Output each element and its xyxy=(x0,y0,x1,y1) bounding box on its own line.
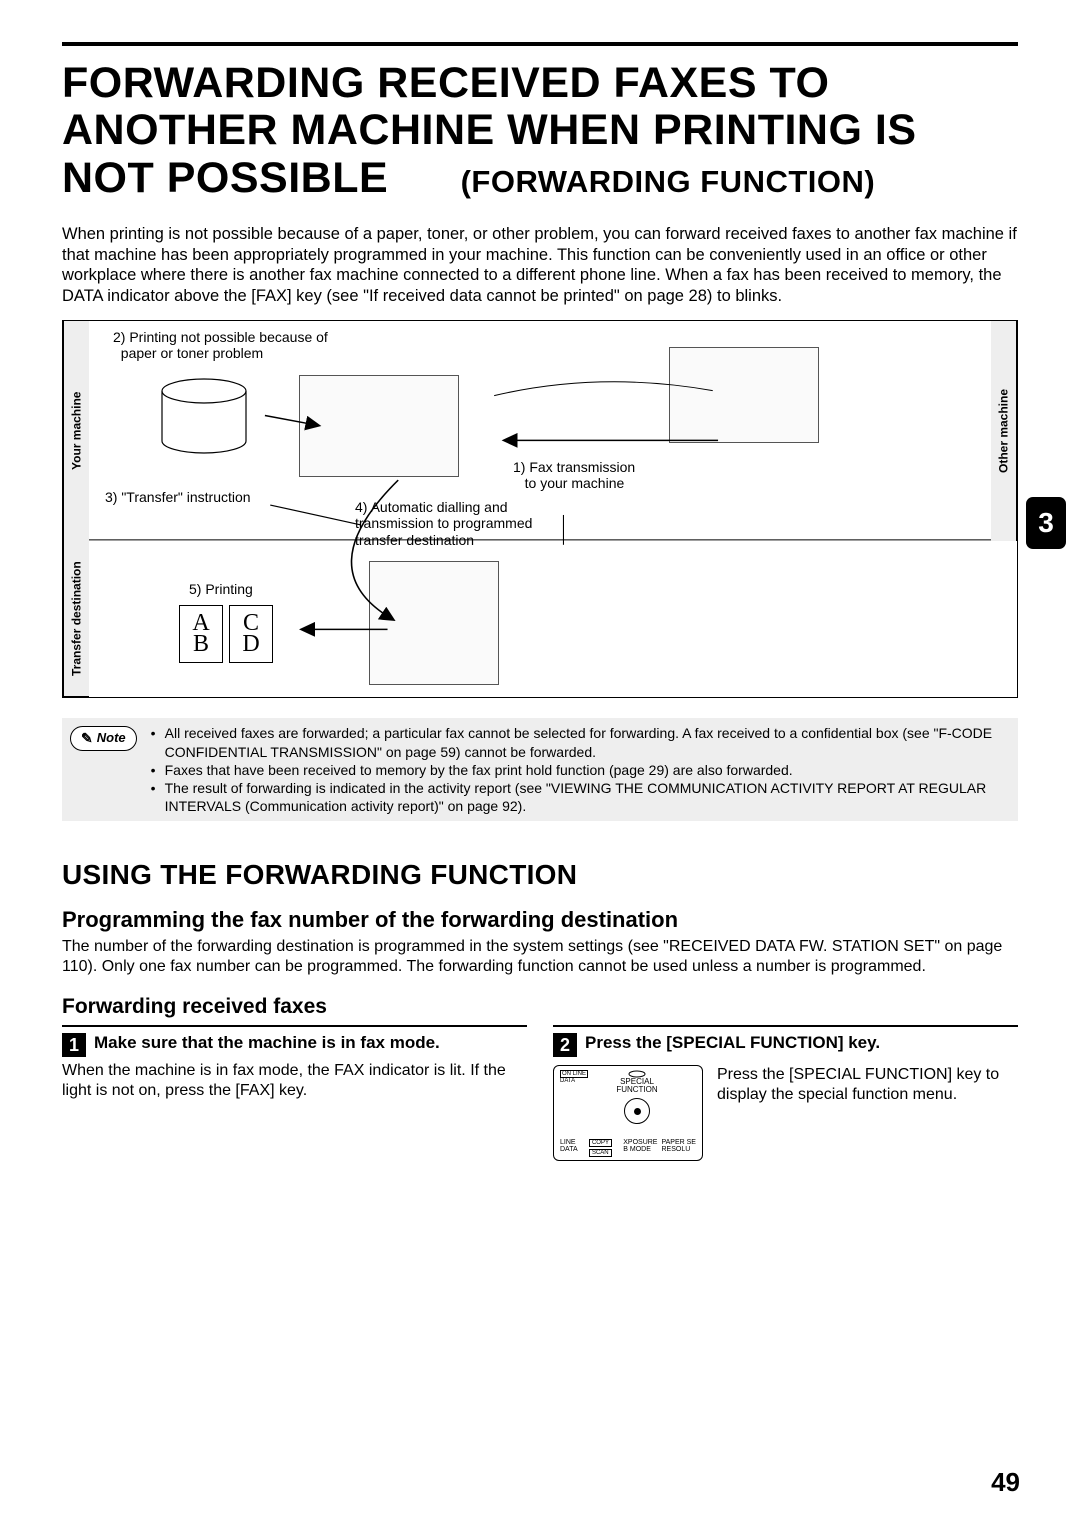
your-fax-machine-icon xyxy=(299,375,459,477)
subsection-heading-2: Forwarding received faxes xyxy=(62,995,1018,1019)
special-function-button-icon xyxy=(624,1098,650,1124)
subsection-paragraph: The number of the forwarding destination… xyxy=(62,937,1018,977)
control-panel-icon: ON LINE DATA SPECIALFUNCTION LINEDATA xyxy=(553,1065,703,1161)
note-list: All received faxes are forwarded; a part… xyxy=(151,724,1010,815)
steps-row: 1 Make sure that the machine is in fax m… xyxy=(62,1025,1018,1161)
title-l1: FORWARDING RECEIVED FAXES TO xyxy=(62,59,829,107)
diagram-step1: 1) Fax transmission to your machine xyxy=(513,459,635,491)
note-item: The result of forwarding is indicated in… xyxy=(151,779,1010,815)
top-rule xyxy=(62,42,1018,46)
forwarding-diagram: Your machine Transfer destination Other … xyxy=(62,320,1018,698)
pencil-icon: ✎ xyxy=(81,729,93,747)
page-a: AB xyxy=(179,605,223,663)
destination-fax-machine-icon xyxy=(369,561,499,685)
section-heading: USING THE FORWARDING FUNCTION xyxy=(62,859,1018,891)
diagram-step5: 5) Printing xyxy=(189,581,253,597)
page-number: 49 xyxy=(991,1467,1020,1498)
diagram-step4: 4) Automatic dialling and transmission t… xyxy=(355,499,532,547)
step-number: 2 xyxy=(553,1033,577,1057)
title-sub: (FORWARDING FUNCTION) xyxy=(461,165,876,199)
printed-pages: AB CD xyxy=(179,605,273,663)
step-body: When the machine is in fax mode, the FAX… xyxy=(62,1061,527,1100)
document-spool-icon xyxy=(159,377,249,457)
label-transfer-destination: Transfer destination xyxy=(63,541,89,697)
label-other-machine: Other machine xyxy=(991,321,1017,541)
subsection-heading: Programming the fax number of the forwar… xyxy=(62,907,1018,933)
diagram-step3: 3) "Transfer" instruction xyxy=(105,489,251,505)
note-box: ✎ Note All received faxes are forwarded;… xyxy=(62,718,1018,821)
note-item: Faxes that have been received to memory … xyxy=(151,761,1010,779)
note-badge: ✎ Note xyxy=(70,726,137,750)
intro-paragraph: When printing is not possible because of… xyxy=(62,224,1018,307)
page-c: CD xyxy=(229,605,273,663)
title-l2: ANOTHER MACHINE WHEN PRINTING IS xyxy=(62,106,917,154)
step-number: 1 xyxy=(62,1033,86,1057)
diagram-step2: 2) Printing not possible because of pape… xyxy=(113,329,328,361)
chapter-tab: 3 xyxy=(1026,497,1066,549)
label-your-machine: Your machine xyxy=(63,321,89,541)
step-body: Press the [SPECIAL FUNCTION] key to disp… xyxy=(717,1065,1018,1104)
step-title: Press the [SPECIAL FUNCTION] key. xyxy=(585,1033,880,1053)
page-title: FORWARDING RECEIVED FAXES TO ANOTHER MAC… xyxy=(62,60,1018,202)
step-title: Make sure that the machine is in fax mod… xyxy=(94,1033,440,1053)
note-item: All received faxes are forwarded; a part… xyxy=(151,724,1010,760)
step-1: 1 Make sure that the machine is in fax m… xyxy=(62,1025,527,1161)
step-2: 2 Press the [SPECIAL FUNCTION] key. ON L… xyxy=(553,1025,1018,1161)
other-fax-machine-icon xyxy=(669,347,819,443)
title-l3: NOT POSSIBLE xyxy=(62,154,388,202)
